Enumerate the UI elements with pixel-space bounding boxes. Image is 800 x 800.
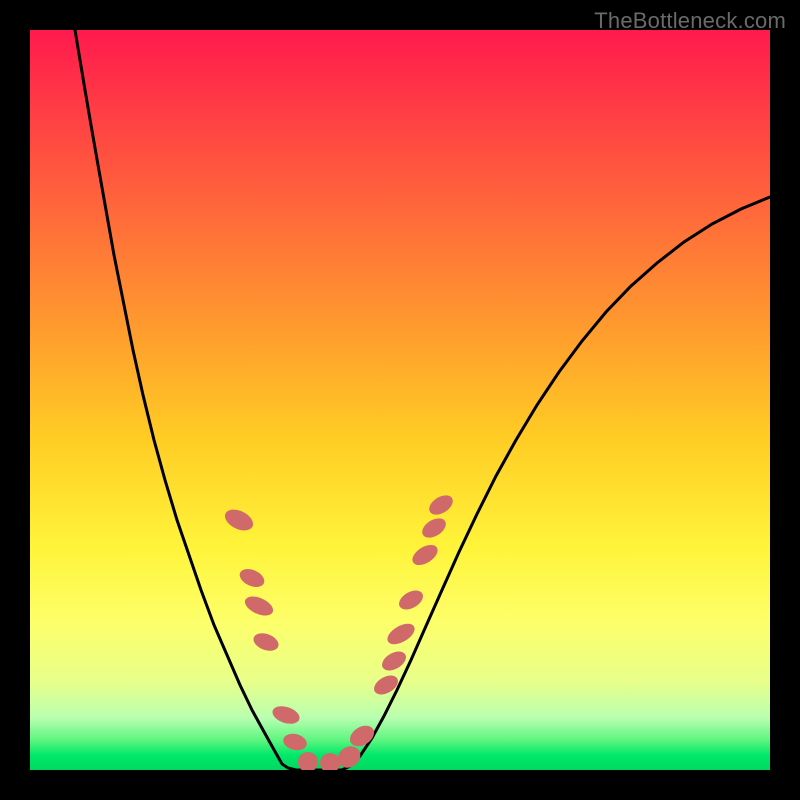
curve-bead: [371, 672, 402, 699]
curve-bead: [242, 593, 276, 620]
bottleneck-curve: [75, 30, 770, 770]
curve-bead: [270, 703, 302, 727]
curve-beads: [222, 491, 457, 770]
curve-bead: [222, 505, 257, 534]
curve-bead: [426, 491, 457, 518]
curve-bead: [346, 721, 378, 750]
curve-bead: [281, 731, 308, 752]
curve-bead: [298, 752, 318, 770]
watermark-text: TheBottleneck.com: [594, 8, 786, 34]
curve-bead: [384, 620, 418, 649]
curve-bead: [409, 541, 441, 569]
chart-frame: [30, 30, 770, 770]
curve-bead: [251, 630, 281, 654]
curve-bead: [419, 514, 450, 541]
curve-bead: [396, 587, 427, 614]
curve-bead: [237, 565, 267, 590]
curve-line: [75, 30, 770, 770]
curve-bead: [320, 753, 340, 770]
chart-svg: [30, 30, 770, 770]
